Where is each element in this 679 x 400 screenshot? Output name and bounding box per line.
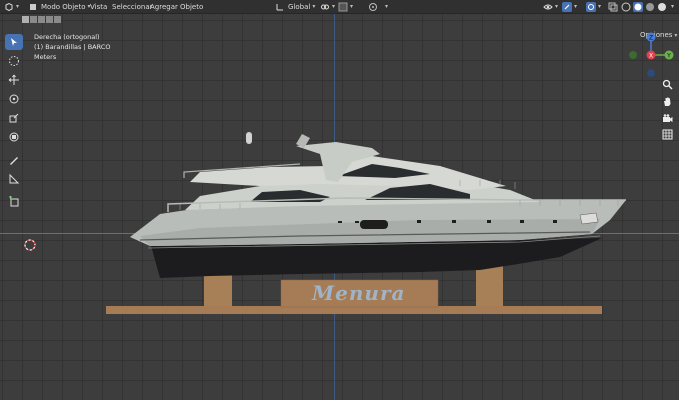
orientation-label: Global (288, 2, 311, 11)
xray-toggle[interactable] (608, 0, 618, 13)
chevron-down-icon: ▾ (671, 3, 675, 10)
chevron-down-icon: ▾ (555, 3, 559, 10)
hand-icon (663, 97, 670, 106)
visibility-dropdown[interactable]: ▾ (543, 0, 558, 13)
measure-icon (9, 173, 20, 184)
gizmo-x-label: X (649, 53, 653, 60)
shading-dropdown[interactable]: ▾ (669, 0, 674, 13)
menu-vista[interactable]: Vista (90, 0, 107, 13)
shading-wireframe[interactable] (621, 0, 631, 13)
editor-type-button[interactable]: ▾ (4, 0, 19, 13)
chevron-down-icon: ▾ (16, 3, 20, 10)
transform-icon (9, 132, 19, 142)
cursor-icon (11, 38, 17, 46)
tool-add-cube[interactable] (5, 194, 23, 210)
gizmo-icon (562, 1, 572, 12)
tool-select[interactable] (5, 34, 23, 50)
overlay-icon (586, 1, 596, 12)
annotate-icon (10, 157, 18, 165)
menu-seleccionar[interactable]: Seleccionar (112, 0, 153, 13)
shading-material[interactable] (645, 0, 655, 13)
menu-agregar[interactable]: Agregar (150, 0, 178, 13)
orientation-dropdown[interactable]: Global ▾ (275, 0, 315, 13)
gizmo-toggle[interactable]: ▾ (562, 0, 577, 13)
shading-rendered[interactable] (657, 0, 667, 13)
axes-icon (276, 3, 283, 10)
tool-rotate[interactable] (5, 91, 23, 107)
tool-shelf (5, 34, 25, 213)
eye-icon (543, 4, 553, 9)
navigation-gizmo[interactable]: Z Y X (626, 30, 676, 80)
wireframe-sphere-icon (621, 2, 631, 11)
tool-transform[interactable] (5, 129, 23, 145)
mode-dropdown[interactable]: Modo Objeto ▾ (28, 0, 91, 13)
gizmo-y-label: Y (666, 53, 671, 60)
camera-view-button[interactable] (659, 110, 675, 126)
pivot-dropdown[interactable]: ▾ (320, 0, 335, 13)
pan-button[interactable] (659, 93, 675, 109)
camera-icon (662, 113, 672, 122)
tool-move[interactable] (5, 72, 23, 88)
grid-icon (662, 129, 672, 139)
shading-solid[interactable] (633, 0, 643, 13)
hull-name-text: Menura (312, 281, 406, 305)
link-icon (321, 4, 329, 9)
rendered-sphere-icon (658, 2, 666, 11)
material-sphere-icon (646, 2, 654, 11)
proportional-dropdown[interactable]: ▾ (383, 0, 388, 13)
add-cube-icon (9, 196, 19, 207)
chevron-down-icon: ▾ (312, 3, 316, 10)
ortho-toggle-button[interactable] (659, 126, 675, 142)
zoom-icon (662, 79, 673, 90)
chevron-down-icon: ▾ (598, 3, 602, 10)
scale-icon (9, 113, 19, 123)
proportional-icon (369, 2, 377, 11)
tool-scale[interactable] (5, 110, 23, 126)
chevron-down-icon: ▾ (350, 3, 354, 10)
chevron-down-icon: ▾ (574, 3, 578, 10)
object-mode-icon (30, 3, 36, 10)
viewport-header: ▾ Modo Objeto ▾ Vista Seleccionar Agrega… (0, 0, 679, 14)
select-box-icon (9, 56, 19, 66)
view3d-icon (5, 2, 13, 11)
move-icon (8, 74, 19, 85)
snap-toggle[interactable]: ▾ (338, 0, 353, 13)
solid-sphere-icon (633, 1, 643, 12)
gizmo-z-label: Z (649, 35, 653, 42)
chevron-down-icon: ▾ (385, 3, 389, 10)
zoom-button[interactable] (659, 76, 675, 92)
chevron-down-icon: ▾ (332, 3, 336, 10)
overlay-toggle[interactable]: ▾ (586, 0, 601, 13)
3d-viewport[interactable]: Derecha (ortogonal) (1) Barandillas | BA… (0, 14, 679, 400)
snap-icon (338, 2, 348, 11)
tool-annotate[interactable] (5, 152, 23, 168)
menu-objeto[interactable]: Objeto (180, 0, 203, 13)
tool-measure[interactable] (5, 171, 23, 187)
boat-model[interactable] (0, 14, 679, 400)
mode-label: Modo Objeto (41, 2, 86, 11)
rotate-icon (9, 94, 19, 104)
tool-cursor[interactable] (5, 53, 23, 69)
proportional-edit-toggle[interactable] (368, 0, 378, 13)
xray-icon (608, 2, 618, 11)
